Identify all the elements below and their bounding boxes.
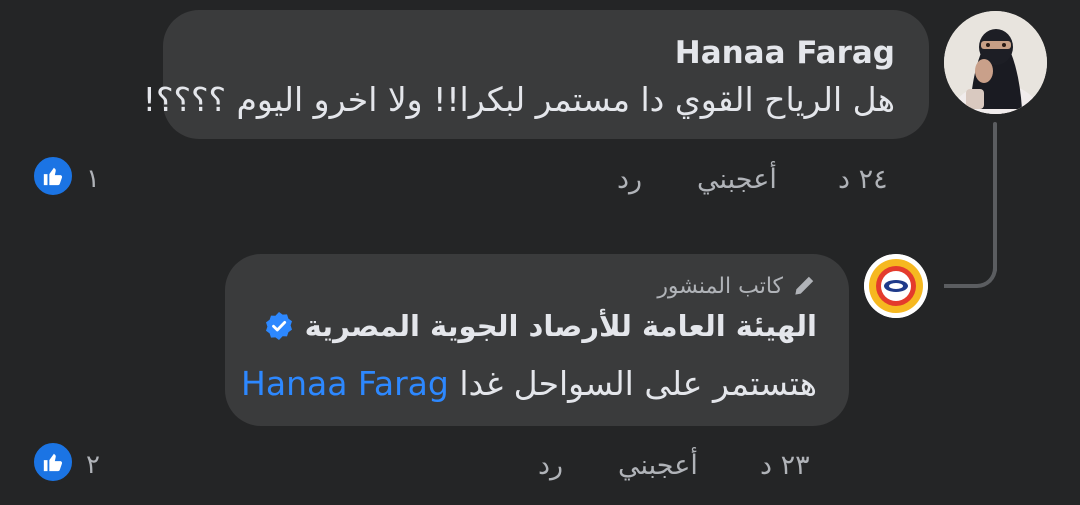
comment-like-button[interactable]: أعجبني (697, 164, 777, 195)
comment-reaction-count: ١ (86, 164, 100, 194)
verified-badge-icon (265, 312, 292, 340)
comment-reply-button[interactable]: رد (617, 164, 642, 195)
commenter-avatar[interactable] (944, 11, 1047, 114)
reply-time[interactable]: ٢٣ د (760, 450, 810, 481)
comment-reaction-badge[interactable] (31, 154, 75, 198)
reply-bubble: كاتب المنشور الهيئة العامة للأرصاد الجوي… (225, 254, 849, 426)
page-avatar[interactable] (864, 254, 928, 318)
thumbs-up-icon (43, 167, 63, 186)
reply-author[interactable]: الهيئة العامة للأرصاد الجوية المصرية (305, 309, 817, 343)
comment-author[interactable]: Hanaa Farag (675, 35, 895, 71)
author-role-row: كاتب المنشور (657, 273, 817, 299)
meteorology-logo-icon (864, 254, 928, 318)
reply-mention-link[interactable]: Hanaa Farag (241, 364, 449, 403)
author-role-label: كاتب المنشور (657, 273, 783, 299)
reply-reaction-badge[interactable] (31, 440, 75, 484)
comment-bubble: Hanaa Farag هل الرياح القوي دا مستمر لبك… (143, 10, 929, 139)
comment-text: هل الرياح القوي دا مستمر لبكرا!! ولا اخر… (142, 80, 895, 119)
reply-text: هتستمر على السواحل غدا (459, 364, 817, 403)
reply-reaction-count: ٢ (86, 450, 100, 480)
reply-text-row: هتستمر على السواحل غدا Hanaa Farag (241, 364, 817, 403)
reply-reply-button[interactable]: رد (538, 450, 563, 481)
reply-author-row: الهيئة العامة للأرصاد الجوية المصرية (263, 309, 817, 343)
avatar-image (944, 11, 1047, 114)
thread-connector (944, 236, 997, 288)
pen-icon (795, 276, 814, 295)
reply-like-button[interactable]: أعجبني (618, 450, 698, 481)
comment-time[interactable]: ٢٤ د (838, 164, 888, 195)
thumbs-up-icon (43, 453, 63, 472)
